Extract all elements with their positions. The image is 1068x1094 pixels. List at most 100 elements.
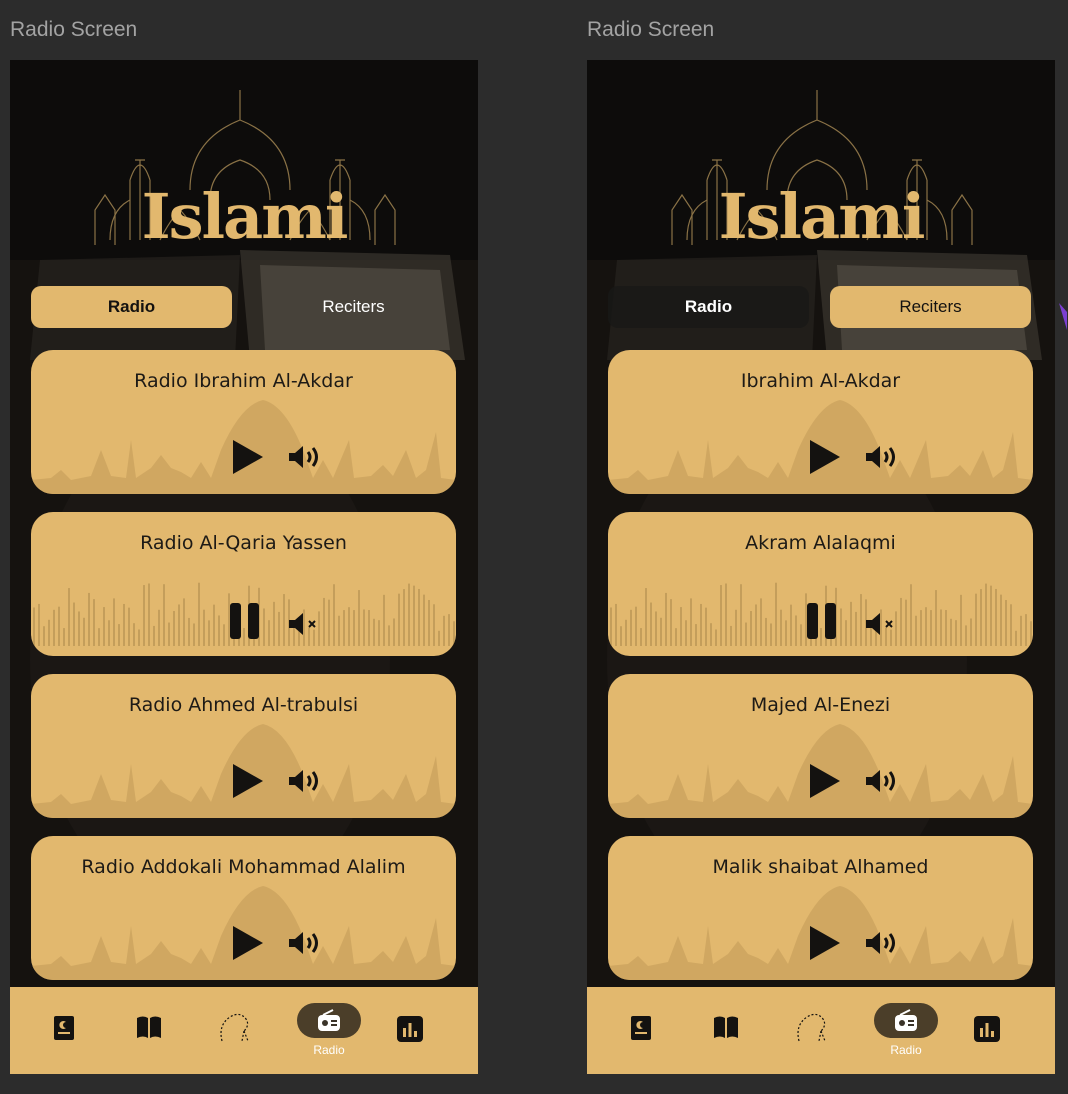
wave-bar xyxy=(153,625,155,646)
reciter-card[interactable]: Majed Al-Enezi xyxy=(608,674,1033,818)
pause-icon[interactable] xyxy=(229,602,261,640)
play-icon[interactable] xyxy=(231,438,265,476)
wave-bar xyxy=(860,594,862,646)
wave-bar xyxy=(283,594,285,646)
wave-bar xyxy=(690,598,692,646)
wave-bar xyxy=(670,599,672,646)
volume-icon[interactable] xyxy=(287,930,323,956)
wave-bar xyxy=(88,592,90,646)
wave-bar xyxy=(338,615,340,646)
frame-title: Radio Screen xyxy=(10,18,138,41)
volume-icon[interactable] xyxy=(864,444,900,470)
wave-bar xyxy=(710,623,712,646)
wave-bar xyxy=(198,582,200,646)
wave-bar xyxy=(208,620,210,646)
wave-bar xyxy=(715,629,717,646)
wave-bar xyxy=(935,590,937,646)
wave-bar xyxy=(423,594,425,646)
pause-icon[interactable] xyxy=(806,602,838,640)
wave-bar xyxy=(378,620,380,646)
wave-bar xyxy=(645,588,647,646)
wave-bar xyxy=(73,602,75,646)
logo-area: Islami xyxy=(10,60,478,290)
wave-bar xyxy=(188,617,190,646)
wave-bar xyxy=(775,582,777,646)
frame-title: Radio Screen xyxy=(587,18,715,41)
logo-area: Islami xyxy=(587,60,1055,290)
reciters-screen-phone: Islami Radio Reciters Ibrahim Al-Akdar A… xyxy=(587,60,1055,1074)
radio-card[interactable]: Radio Addokali Mohammad Alalim xyxy=(31,836,456,980)
radio-card[interactable]: Radio Al-Qaria Yassen xyxy=(31,512,456,656)
wave-bar xyxy=(845,620,847,646)
quran-icon[interactable] xyxy=(630,1015,652,1041)
radio-icon[interactable] xyxy=(894,1009,918,1033)
wave-bar xyxy=(43,626,45,646)
wave-bar xyxy=(855,611,857,646)
wave-bar xyxy=(650,602,652,646)
volume-icon[interactable] xyxy=(864,768,900,794)
tab-reciters[interactable]: Reciters xyxy=(830,286,1031,328)
wave-bar xyxy=(343,610,345,646)
radio-card[interactable]: Radio Ibrahim Al-Akdar xyxy=(31,350,456,494)
wave-bar xyxy=(158,609,160,646)
wave-bar xyxy=(143,585,145,646)
card-title: Akram Alalaqmi xyxy=(745,532,896,554)
reciter-card[interactable]: Malik shaibat Alhamed xyxy=(608,836,1033,980)
volume-icon[interactable] xyxy=(287,768,323,794)
quran-icon[interactable] xyxy=(53,1015,75,1041)
tab-radio[interactable]: Radio xyxy=(608,286,809,328)
volume-icon[interactable] xyxy=(287,444,323,470)
wave-bar xyxy=(655,611,657,646)
wave-bar xyxy=(63,628,65,646)
wave-bar xyxy=(133,623,135,646)
wave-bar xyxy=(680,607,682,646)
wave-bar xyxy=(925,607,927,646)
reciter-card[interactable]: Akram Alalaqmi xyxy=(608,512,1033,656)
wave-bar xyxy=(850,601,852,646)
wave-bar xyxy=(760,598,762,646)
volume-icon[interactable] xyxy=(864,930,900,956)
wave-bar xyxy=(720,585,722,646)
wave-bar xyxy=(363,609,365,646)
wave-bar xyxy=(218,615,220,646)
wave-bar xyxy=(675,628,677,646)
time-icon[interactable] xyxy=(396,1015,424,1043)
wave-bar xyxy=(640,628,642,646)
mute-icon[interactable] xyxy=(287,612,323,638)
wave-bar xyxy=(625,619,627,646)
wave-bar xyxy=(38,603,40,646)
wave-bar xyxy=(635,606,637,646)
wave-bar xyxy=(740,584,742,646)
wave-bar xyxy=(48,619,50,646)
wave-bar xyxy=(323,597,325,646)
tab-radio[interactable]: Radio xyxy=(31,286,232,328)
hadith-book-icon[interactable] xyxy=(136,1015,162,1039)
wave-bar xyxy=(373,618,375,646)
hadith-book-icon[interactable] xyxy=(713,1015,739,1039)
wave-bar xyxy=(790,604,792,646)
wave-bar xyxy=(433,604,435,646)
wave-bar xyxy=(970,618,972,646)
play-icon[interactable] xyxy=(808,762,842,800)
wave-bar xyxy=(328,599,330,646)
wave-bar xyxy=(383,594,385,646)
tab-reciters[interactable]: Reciters xyxy=(253,286,454,328)
wave-bar xyxy=(78,611,80,646)
play-icon[interactable] xyxy=(808,438,842,476)
tasbeeh-icon[interactable] xyxy=(216,1011,252,1043)
play-icon[interactable] xyxy=(231,924,265,962)
radio-card[interactable]: Radio Ahmed Al-trabulsi xyxy=(31,674,456,818)
tasbeeh-icon[interactable] xyxy=(793,1011,829,1043)
wave-bar xyxy=(945,610,947,646)
time-icon[interactable] xyxy=(973,1015,1001,1043)
segment-tabs: Radio Reciters xyxy=(31,286,456,330)
radio-screen-phone: Islami Radio Reciters Radio Ibrahim Al-A… xyxy=(10,60,478,1074)
play-icon[interactable] xyxy=(808,924,842,962)
wave-bar xyxy=(203,609,205,646)
mute-icon[interactable] xyxy=(864,612,900,638)
card-title: Radio Al-Qaria Yassen xyxy=(140,532,347,554)
reciter-card[interactable]: Ibrahim Al-Akdar xyxy=(608,350,1033,494)
radio-icon[interactable] xyxy=(317,1009,341,1033)
wave-bar xyxy=(428,599,430,646)
play-icon[interactable] xyxy=(231,762,265,800)
